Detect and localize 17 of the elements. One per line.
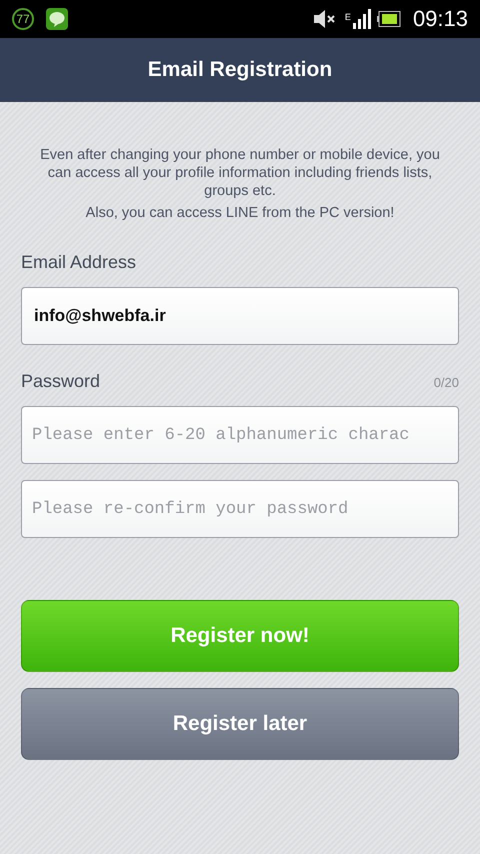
field-label: Password — [21, 371, 100, 392]
chat-app-icon — [46, 8, 68, 30]
password-field[interactable]: Please enter 6-20 alphanumeric charac — [21, 406, 459, 464]
screen-title: Email Registration — [148, 58, 332, 82]
clock-text: 09:13 — [412, 6, 468, 32]
notification-counter-icon: 77 — [12, 8, 34, 30]
confirm-password-field[interactable]: Please re-confirm your password — [21, 480, 459, 538]
signal-icon — [352, 9, 371, 29]
field-label: Email Address — [21, 252, 138, 273]
register-later-button[interactable]: Register later — [21, 688, 459, 760]
info-text: Also, you can access LINE from the PC version! — [84, 204, 396, 222]
info-text: Even after changing your phone number or mobile device, you can access all your profile information including friends lists, groups etc. — [39, 146, 441, 200]
email-field[interactable]: info@shwebfa.ir — [21, 287, 459, 345]
character-counter: 0/20 — [434, 375, 459, 390]
register-now-button[interactable]: Register now! — [21, 600, 459, 672]
battery-icon — [376, 11, 401, 27]
network-type-label: E — [344, 12, 351, 22]
